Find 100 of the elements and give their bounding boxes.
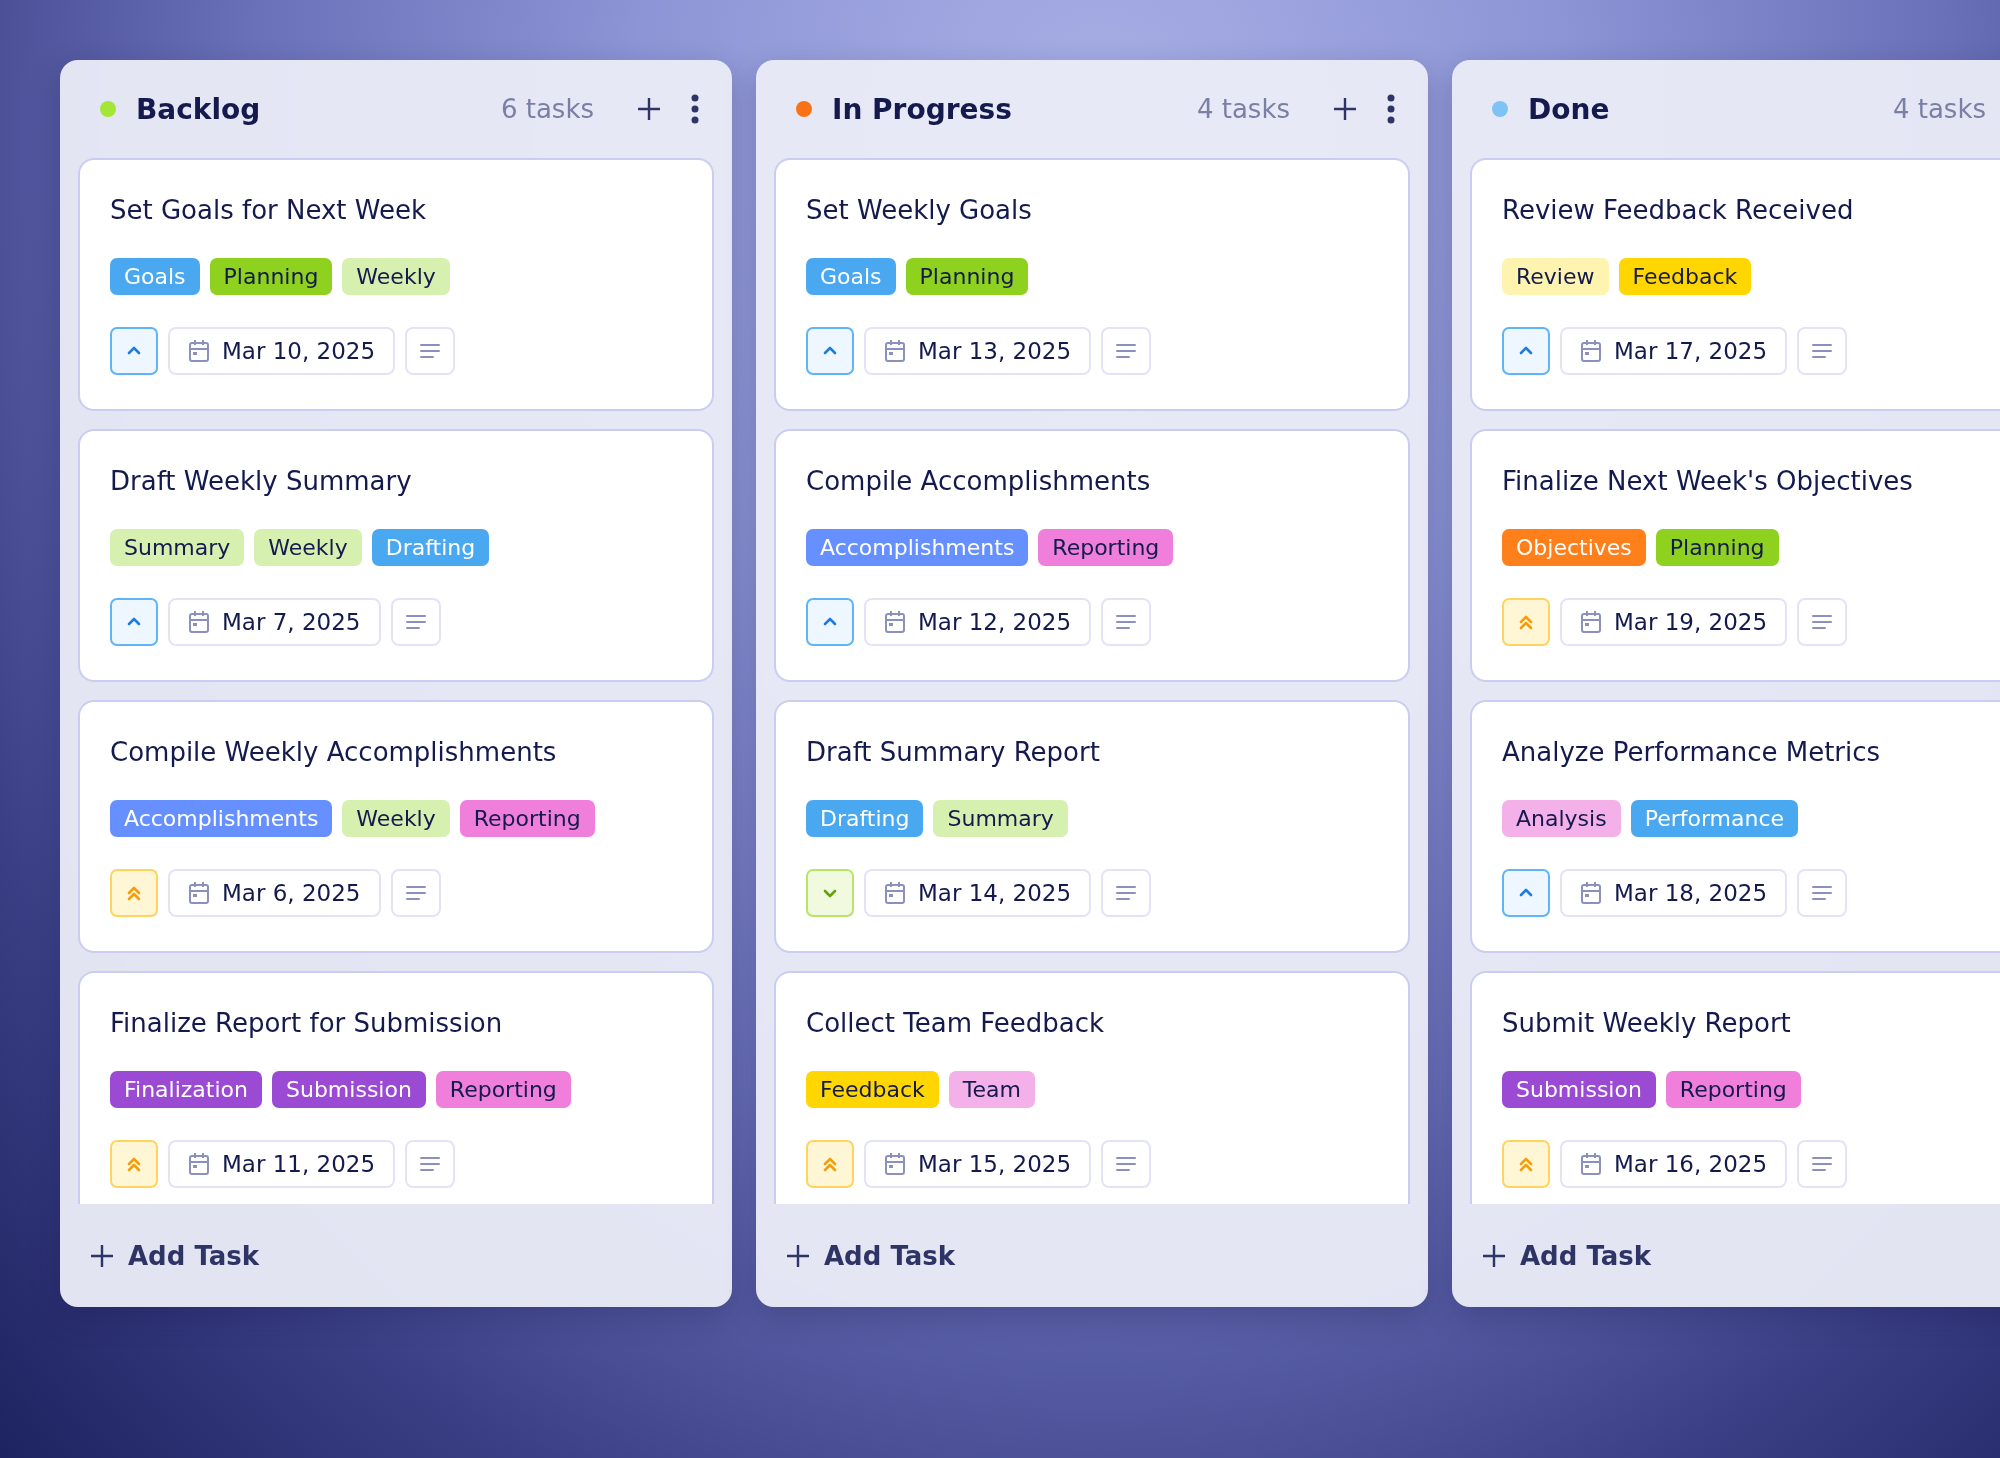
description-button[interactable] <box>1101 1140 1152 1188</box>
due-date: Mar 11, 2025 <box>222 1151 376 1177</box>
priority-button[interactable] <box>806 598 854 646</box>
calendar-icon <box>188 339 210 363</box>
priority-button[interactable] <box>110 1140 158 1188</box>
due-date: Mar 14, 2025 <box>918 880 1072 906</box>
task-card[interactable]: Collect Team Feedback Feedback Team Mar 15, 2025 <box>774 971 1410 1204</box>
task-card[interactable]: Finalize Next Week's Objectives Objectives Planning Mar 19, 2025 <box>1470 429 2000 682</box>
lines-icon <box>1812 614 1833 630</box>
due-date: Mar 10, 2025 <box>222 338 376 364</box>
priority-button[interactable] <box>110 869 158 917</box>
calendar-icon <box>188 881 210 905</box>
tag: Reporting <box>435 1071 571 1108</box>
tag: Accomplishments <box>806 529 1029 566</box>
task-card[interactable]: Finalize Report for Submission Finalization Submission Reporting Mar 11, 2025 <box>78 971 714 1204</box>
task-title: Draft Summary Report <box>806 736 1101 769</box>
tag: Feedback <box>806 1071 939 1108</box>
task-title: Review Feedback Received <box>1502 194 1855 227</box>
calendar-icon <box>884 610 906 634</box>
due-date: Mar 16, 2025 <box>1614 1151 1768 1177</box>
task-title: Submit Weekly Report <box>1502 1007 1792 1040</box>
plus-icon <box>786 1243 810 1268</box>
tag: Planning <box>1655 529 1779 566</box>
lines-icon <box>420 343 441 359</box>
due-date-chip[interactable]: Mar 15, 2025 <box>864 1140 1092 1188</box>
calendar-icon <box>188 1152 210 1176</box>
priority-button[interactable] <box>110 598 158 646</box>
calendar-icon <box>188 610 210 634</box>
due-date-chip[interactable]: Mar 16, 2025 <box>1560 1140 1788 1188</box>
due-date-chip[interactable]: Mar 7, 2025 <box>168 598 381 646</box>
tag: Goals <box>110 258 200 295</box>
description-button[interactable] <box>1101 869 1152 917</box>
task-count: 4 tasks <box>1196 94 1290 124</box>
plus-icon <box>1482 1243 1506 1268</box>
due-date: Mar 17, 2025 <box>1614 338 1768 364</box>
lines-icon <box>1812 343 1833 359</box>
due-date-chip[interactable]: Mar 14, 2025 <box>864 869 1092 917</box>
priority-button[interactable] <box>806 327 854 375</box>
tag: Weekly <box>342 800 450 837</box>
description-button[interactable] <box>390 598 441 646</box>
due-date-chip[interactable]: Mar 19, 2025 <box>1560 598 1788 646</box>
tag: Weekly <box>342 258 450 295</box>
tag: Drafting <box>371 529 490 566</box>
priority-button[interactable] <box>1502 1140 1550 1188</box>
description-button[interactable] <box>405 327 456 375</box>
add-task-button[interactable]: Add Task <box>1474 1234 1660 1277</box>
description-button[interactable] <box>1797 1140 1848 1188</box>
tag: Planning <box>905 258 1029 295</box>
task-card[interactable]: Set Weekly Goals Goals Planning Mar 13, 2025 <box>774 158 1410 411</box>
task-card[interactable]: Compile Accomplishments Accomplishments Reporting Mar 12, 2025 <box>774 429 1410 682</box>
task-count: 4 tasks <box>1892 94 1986 124</box>
task-card[interactable]: Draft Summary Report Drafting Summary Mar 14, 2025 <box>774 700 1410 953</box>
task-title: Set Goals for Next Week <box>110 194 428 227</box>
task-card[interactable]: Set Goals for Next Week Goals Planning Weekly Mar 10, 2025 <box>78 158 714 411</box>
tag: Goals <box>806 258 896 295</box>
tag: Analysis <box>1502 800 1621 837</box>
task-title: Set Weekly Goals <box>806 194 1033 227</box>
column-title: Backlog <box>136 92 262 126</box>
description-button[interactable] <box>1797 869 1848 917</box>
calendar-icon <box>1580 339 1602 363</box>
lines-icon <box>405 885 426 901</box>
due-date-chip[interactable]: Mar 13, 2025 <box>864 327 1092 375</box>
add-task-button[interactable]: Add Task <box>778 1234 964 1277</box>
due-date-chip[interactable]: Mar 12, 2025 <box>864 598 1092 646</box>
tag: Feedback <box>1618 258 1752 295</box>
tag: Reporting <box>459 800 595 837</box>
due-date: Mar 6, 2025 <box>222 880 361 906</box>
priority-button[interactable] <box>1502 869 1550 917</box>
due-date-chip[interactable]: Mar 11, 2025 <box>168 1140 396 1188</box>
task-title: Compile Weekly Accomplishments <box>110 736 558 769</box>
priority-button[interactable] <box>1502 327 1550 375</box>
due-date-chip[interactable]: Mar 10, 2025 <box>168 327 396 375</box>
task-card[interactable]: Analyze Performance Metrics Analysis Performance Mar 18, 2025 <box>1470 700 2000 953</box>
description-button[interactable] <box>1797 327 1848 375</box>
due-date-chip[interactable]: Mar 6, 2025 <box>168 869 381 917</box>
add-task-button[interactable]: Add Task <box>82 1234 268 1277</box>
more-icon <box>1386 94 1396 124</box>
description-button[interactable] <box>390 869 441 917</box>
due-date-chip[interactable]: Mar 17, 2025 <box>1560 327 1788 375</box>
description-button[interactable] <box>1101 598 1152 646</box>
task-card[interactable]: Compile Weekly Accomplishments Accomplishments Weekly Reporting Mar 6, 2025 <box>78 700 714 953</box>
task-card[interactable]: Review Feedback Received Review Feedback Mar 17, 2025 <box>1470 158 2000 411</box>
lines-icon <box>420 1156 441 1172</box>
priority-button[interactable] <box>1502 598 1550 646</box>
description-button[interactable] <box>1101 327 1152 375</box>
lines-icon <box>1812 1156 1833 1172</box>
task-card[interactable]: Submit Weekly Report Submission Reporting Mar 16, 2025 <box>1470 971 2000 1204</box>
task-title: Analyze Performance Metrics <box>1502 736 1882 769</box>
due-date-chip[interactable]: Mar 18, 2025 <box>1560 869 1788 917</box>
description-button[interactable] <box>405 1140 456 1188</box>
tag: Objectives <box>1502 529 1646 566</box>
calendar-icon <box>1580 610 1602 634</box>
task-card[interactable]: Draft Weekly Summary Summary Weekly Drafting Mar 7, 2025 <box>78 429 714 682</box>
priority-button[interactable] <box>110 327 158 375</box>
description-button[interactable] <box>1797 598 1848 646</box>
calendar-icon <box>1580 1152 1602 1176</box>
priority-button[interactable] <box>806 1140 854 1188</box>
tag: Finalization <box>110 1071 262 1108</box>
tag: Reporting <box>1665 1071 1801 1108</box>
task-count: 6 tasks <box>500 94 594 124</box>
